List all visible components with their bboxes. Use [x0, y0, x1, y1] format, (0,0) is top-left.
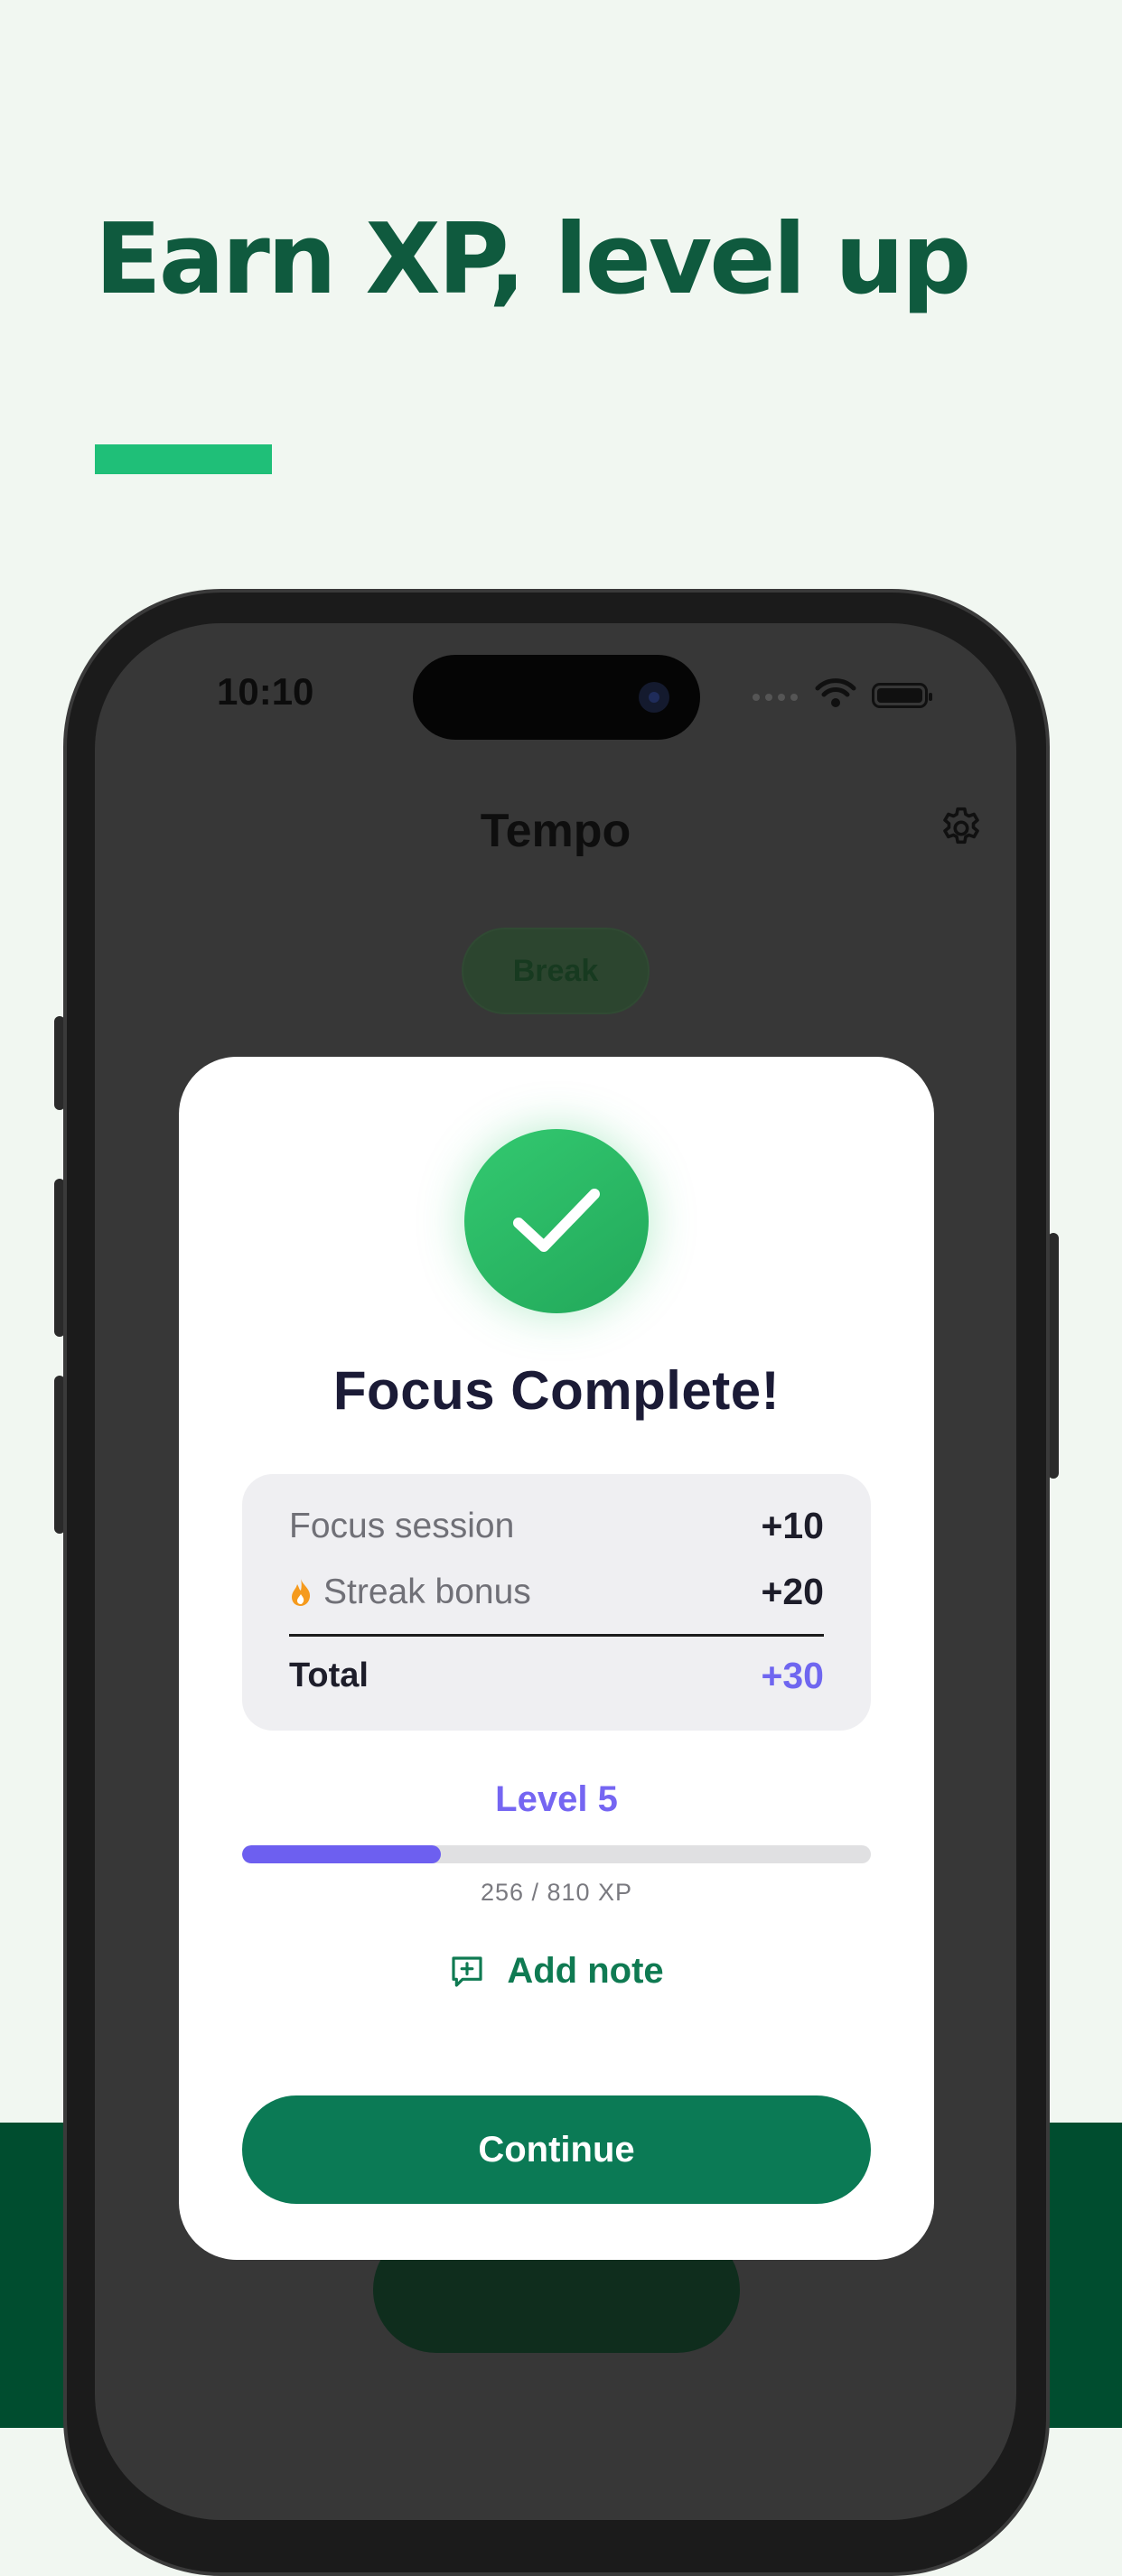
xp-row-label: Focus session: [289, 1506, 515, 1545]
headline-accent-bar: [95, 444, 272, 474]
xp-row-label-wrap: Streak bonus: [289, 1573, 531, 1612]
wifi-icon: [815, 678, 856, 707]
session-complete-modal: Focus Complete! Focus session +10 Streak…: [179, 1057, 934, 2260]
xp-divider: [289, 1634, 824, 1637]
add-note-label: Add note: [507, 1951, 664, 1991]
marketing-headline: Earn XP, level up: [95, 203, 971, 316]
xp-row-value: +10: [761, 1505, 824, 1546]
dynamic-island: [413, 655, 700, 740]
cellular-signal-icon: [753, 694, 798, 701]
xp-row-focus-session: Focus session +10: [289, 1505, 824, 1547]
xp-row-total: Total +30: [289, 1655, 824, 1697]
xp-breakdown-card: Focus session +10 Streak bonus +20 Total…: [242, 1474, 871, 1731]
continue-button[interactable]: Continue: [242, 2095, 871, 2204]
mode-pill-break[interactable]: Break: [462, 928, 650, 1014]
total-value: +30: [761, 1655, 824, 1696]
level-label: Level 5: [495, 1779, 618, 1819]
xp-row-value: +20: [761, 1571, 824, 1612]
xp-progress-bar: [242, 1845, 871, 1863]
xp-count-text: 256 / 810 XP: [480, 1879, 633, 1906]
add-note-icon: [452, 1955, 482, 1987]
gear-icon[interactable]: [937, 804, 986, 853]
status-time: 10:10: [217, 670, 314, 713]
xp-progress-fill: [242, 1845, 441, 1863]
checkmark-icon: [513, 1189, 600, 1252]
success-badge: [464, 1129, 649, 1313]
total-label: Total: [289, 1657, 369, 1694]
camera-icon: [639, 682, 669, 713]
xp-row-label: Streak bonus: [323, 1572, 531, 1611]
modal-title: Focus Complete!: [332, 1360, 781, 1421]
add-note-button[interactable]: Add note: [179, 1951, 934, 1992]
xp-row-streak-bonus: Streak bonus +20: [289, 1571, 824, 1613]
app-title: Tempo: [480, 805, 631, 857]
flame-icon: [292, 1578, 311, 1606]
battery-icon: [872, 683, 932, 708]
